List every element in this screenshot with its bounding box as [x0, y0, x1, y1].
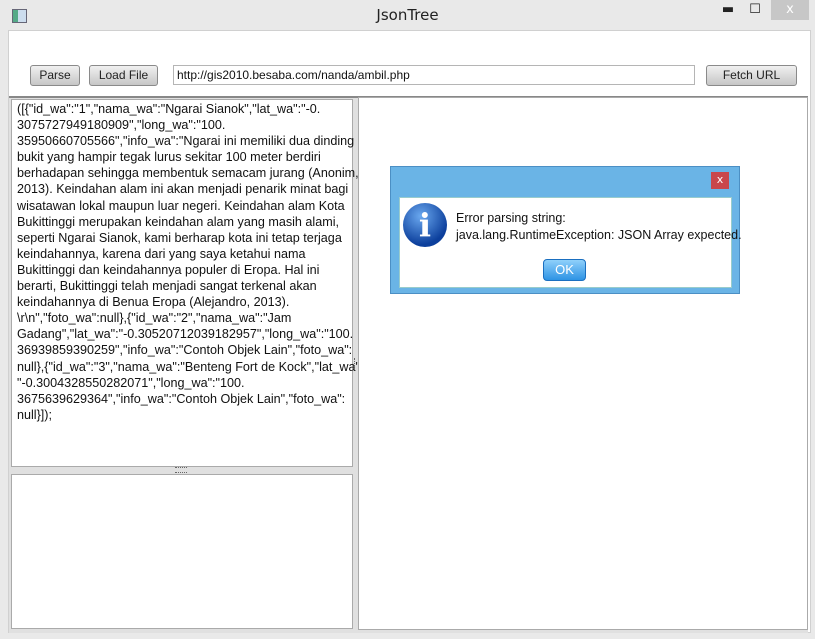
tree-view[interactable]: [11, 474, 353, 629]
text-line: berarti, Bukittinggi telah menjadi sanga…: [17, 279, 317, 294]
text-line: wisatawan lokal maupun luar negeri. Kein…: [17, 198, 345, 213]
text-line: Bukittinggi dan keindahannya populer di …: [17, 262, 320, 277]
text-line: berhadapan sehingga membentuk semacam ju…: [17, 166, 359, 181]
horizontal-divider-handle[interactable]: [175, 467, 187, 473]
dialog-close-button[interactable]: x: [711, 172, 729, 189]
maximize-button[interactable]: ☐: [741, 0, 769, 20]
text-line: ([{"id_wa":"1","nama_wa":"Ngarai Sianok"…: [17, 102, 321, 116]
text-line: 3075727949180909","long_wa":"100.: [17, 118, 226, 133]
text-line: null},{"id_wa":"3","nama_wa":"Benteng Fo…: [17, 359, 364, 374]
text-line: seperti Ngarai Sianok, kami berharap kot…: [17, 230, 342, 245]
ok-button[interactable]: OK: [543, 259, 586, 281]
dialog-message-line1: Error parsing string:: [456, 211, 566, 225]
minimize-button[interactable]: ▬: [715, 0, 741, 20]
text-line: "-0.3004328550282071","long_wa":"100.: [17, 375, 245, 390]
text-line: keindahannya, karena dari yang saya keta…: [17, 246, 306, 261]
text-line: \r\n","foto_wa":null},{"id_wa":"2","nama…: [17, 311, 292, 326]
text-line: bukit yang hampir tegak lurus sekitar 10…: [17, 150, 321, 165]
text-line: 3675639629364","info_wa":"Contoh Objek L…: [17, 391, 346, 406]
text-line: null}]);: [17, 407, 53, 422]
text-line: Bukittinggi merupakan keindahan alam yan…: [17, 214, 340, 229]
load-file-button[interactable]: Load File: [89, 65, 158, 86]
json-text: ([{"id_wa":"1","nama_wa":"Ngarai Sianok"…: [17, 101, 363, 423]
window-title: JsonTree: [376, 6, 439, 24]
parse-button[interactable]: Parse: [30, 65, 80, 86]
text-line: keindahannya di Benua Eropa (Alejandro, …: [17, 295, 290, 310]
url-input[interactable]: http://gis2010.besaba.com/nanda/ambil.ph…: [173, 65, 695, 85]
vertical-divider-handle[interactable]: [354, 358, 357, 368]
text-line: 35950660705566","info_wa":"Ngarai ini me…: [17, 134, 355, 149]
text-line: Gadang","lat_wa":"-0.30520712039182957",…: [17, 327, 354, 342]
dialog-message-line2: java.lang.RuntimeException: JSON Array e…: [456, 228, 742, 242]
close-button[interactable]: x: [771, 0, 809, 20]
text-line: 36939859390259","info_wa":"Contoh Objek …: [17, 343, 353, 358]
fetch-url-button[interactable]: Fetch URL: [706, 65, 797, 86]
text-line: 2013). Keindahan alam ini akan menjadi p…: [17, 182, 349, 197]
info-icon: i: [403, 203, 447, 247]
